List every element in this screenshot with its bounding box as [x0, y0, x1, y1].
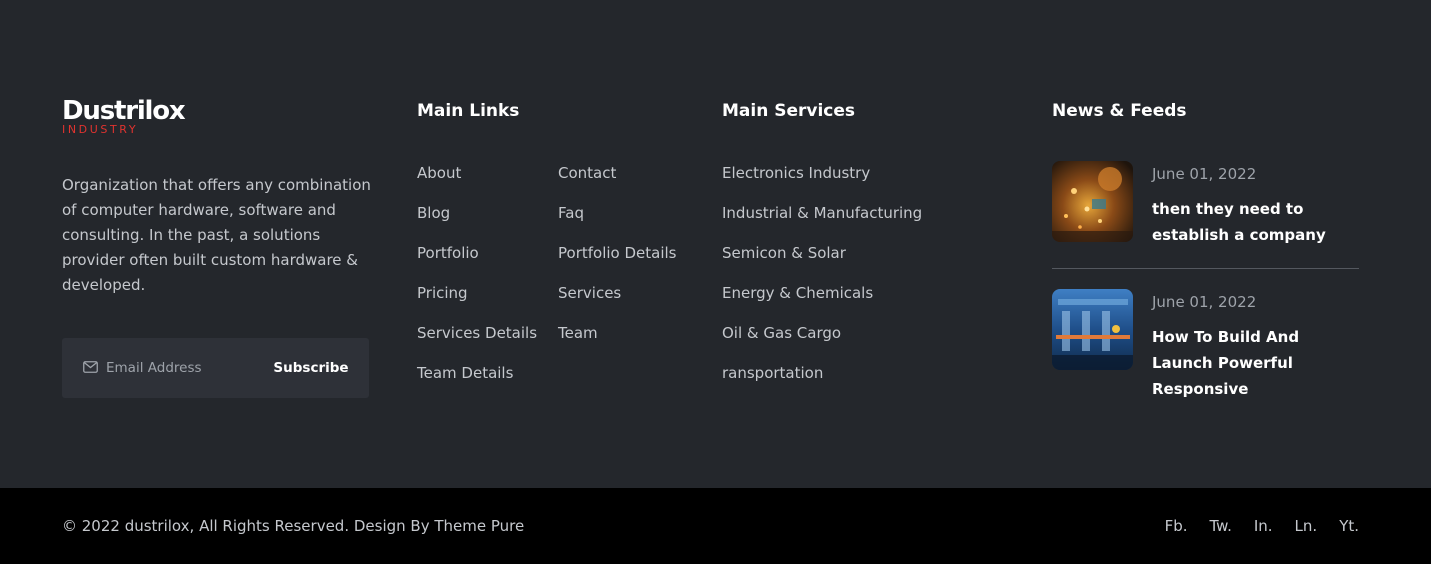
main-services-title: Main Services — [722, 101, 856, 121]
about-description: Organization that offers any combination… — [62, 176, 371, 294]
footer-main: Dustrilox INDUSTRY Organization that off… — [0, 0, 1431, 564]
subscribe-form: Subscribe — [62, 338, 369, 398]
service-item[interactable]: Electronics Industry — [722, 161, 922, 201]
news-thumbnail[interactable] — [1052, 289, 1133, 370]
link-contact[interactable]: Contact — [558, 161, 676, 201]
link-faq[interactable]: Faq — [558, 201, 676, 241]
news-feeds-title: News & Feeds — [1052, 101, 1187, 121]
email-input[interactable] — [106, 356, 256, 380]
brand-logo[interactable]: Dustrilox INDUSTRY — [62, 96, 186, 136]
subscribe-button[interactable]: Subscribe — [269, 356, 353, 380]
mail-icon — [83, 361, 98, 373]
link-portfolio[interactable]: Portfolio — [417, 241, 537, 281]
news-date: June 01, 2022 — [1152, 165, 1257, 183]
service-item[interactable]: Industrial & Manufacturing — [722, 201, 922, 241]
link-services[interactable]: Services — [558, 281, 676, 321]
link-about[interactable]: About — [417, 161, 537, 201]
main-links-column-1: About Blog Portfolio Pricing Services De… — [417, 161, 537, 401]
social-youtube-link[interactable]: Yt. — [1339, 516, 1359, 536]
main-links-title: Main Links — [417, 101, 520, 121]
link-team[interactable]: Team — [558, 321, 676, 361]
brand-name: Dustrilox — [62, 96, 186, 126]
link-team-details[interactable]: Team Details — [417, 361, 537, 401]
news-divider — [1052, 268, 1359, 269]
social-linkedin-link[interactable]: Ln. — [1295, 516, 1318, 536]
service-item[interactable]: Energy & Chemicals — [722, 281, 922, 321]
service-item[interactable]: Semicon & Solar — [722, 241, 922, 281]
footer-bottom-bar: © 2022 dustrilox, All Rights Reserved. D… — [0, 488, 1431, 564]
link-portfolio-details[interactable]: Portfolio Details — [558, 241, 676, 281]
social-facebook-link[interactable]: Fb. — [1165, 516, 1188, 536]
main-services-list: Electronics Industry Industrial & Manufa… — [722, 161, 922, 401]
link-blog[interactable]: Blog — [417, 201, 537, 241]
news-date: June 01, 2022 — [1152, 293, 1257, 311]
social-twitter-link[interactable]: Tw. — [1210, 516, 1232, 536]
copyright-text: © 2022 dustrilox, All Rights Reserved. D… — [62, 517, 525, 535]
news-title-link[interactable]: then they need to establish a company — [1152, 196, 1362, 248]
social-instagram-link[interactable]: In. — [1254, 516, 1273, 536]
link-pricing[interactable]: Pricing — [417, 281, 537, 321]
service-item[interactable]: Oil & Gas Cargo — [722, 321, 922, 361]
news-title-link[interactable]: How To Build And Launch Powerful Respons… — [1152, 324, 1362, 402]
main-links-column-2: Contact Faq Portfolio Details Services T… — [558, 161, 676, 361]
link-services-details[interactable]: Services Details — [417, 321, 537, 361]
service-item[interactable]: ransportation — [722, 361, 922, 401]
social-links: Fb. Tw. In. Ln. Yt. — [1165, 516, 1359, 536]
news-thumbnail[interactable] — [1052, 161, 1133, 242]
